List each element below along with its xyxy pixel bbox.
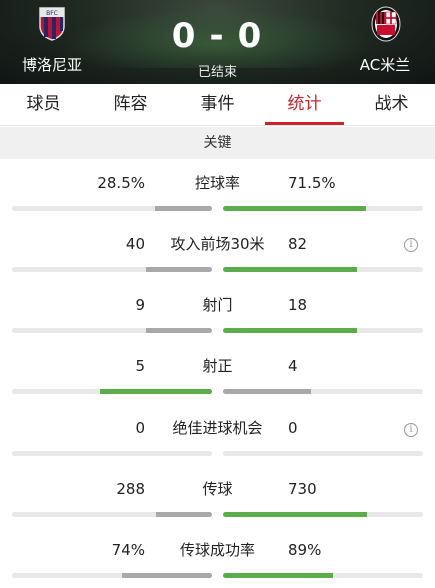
tab-players[interactable]: 球员 <box>0 84 87 125</box>
tab-lineup[interactable]: 阵容 <box>87 84 174 125</box>
home-stat-bar <box>12 328 212 333</box>
stat-label: 绝佳进球机会 <box>172 419 263 437</box>
home-stat-bar <box>12 451 212 456</box>
home-stat-bar <box>12 389 212 394</box>
away-stat-value: 89% <box>288 541 322 559</box>
away-stat-value: 71.5% <box>288 174 336 192</box>
away-team[interactable]: AC米兰 <box>335 6 435 75</box>
stat-row: 288 传球 730 <box>0 477 435 537</box>
home-stat-fill <box>100 389 212 394</box>
stat-label: 控球率 <box>194 174 240 192</box>
stat-row: 5 射正 4 <box>0 354 435 414</box>
away-stat-bar <box>223 267 423 272</box>
stat-row: 40 攻入前场30米 82 i <box>0 232 435 292</box>
away-stat-fill <box>223 389 311 394</box>
stat-row: 74% 传球成功率 89% <box>0 538 435 588</box>
tab-tactics[interactable]: 战术 <box>348 84 435 125</box>
home-stat-fill <box>155 206 212 211</box>
section-title-key: 关键 <box>0 127 435 159</box>
away-stat-value: 0 <box>288 419 298 437</box>
away-stat-fill <box>223 573 333 578</box>
stat-label: 传球 <box>202 480 233 498</box>
stat-label: 攻入前场30米 <box>170 235 265 253</box>
home-stat-bar <box>12 267 212 272</box>
score-separator: - <box>209 16 226 56</box>
match-tabs: 球员 阵容 事件 统计 战术 <box>0 84 435 126</box>
home-stat-bar <box>12 206 212 211</box>
stat-label: 射门 <box>202 296 233 314</box>
stat-row: 9 射门 18 <box>0 293 435 353</box>
away-stat-fill <box>223 512 367 517</box>
away-stat-fill <box>223 267 357 272</box>
home-stat-fill <box>146 267 212 272</box>
home-stat-bar <box>12 573 212 578</box>
stat-label: 射正 <box>202 357 233 375</box>
info-icon[interactable]: i <box>404 238 418 252</box>
away-stat-bar <box>223 389 423 394</box>
away-stat-bar <box>223 451 423 456</box>
away-stat-value: 18 <box>288 296 308 314</box>
away-score: 0 <box>237 16 264 56</box>
match-header: BFC 博洛尼亚 0-0 已结束 AC米兰 <box>0 0 435 84</box>
home-stat-fill <box>122 573 212 578</box>
stat-row: 28.5% 控球率 71.5% <box>0 171 435 231</box>
home-stat-fill <box>146 328 212 333</box>
away-stat-value: 82 <box>288 235 308 253</box>
tab-stats[interactable]: 统计 <box>261 84 348 125</box>
stat-row: 0 绝佳进球机会 0 i <box>0 416 435 476</box>
away-stat-bar <box>223 573 423 578</box>
tab-events[interactable]: 事件 <box>174 84 261 125</box>
away-stat-fill <box>223 206 366 211</box>
away-stat-value: 730 <box>288 480 317 498</box>
away-stat-bar <box>223 512 423 517</box>
away-stat-bar <box>223 206 423 211</box>
away-stat-bar <box>223 328 423 333</box>
away-team-name: AC米兰 <box>359 56 411 74</box>
home-stat-bar <box>12 512 212 517</box>
info-icon[interactable]: i <box>404 423 418 437</box>
home-stat-fill <box>156 512 212 517</box>
away-stat-fill <box>223 328 357 333</box>
stat-label: 传球成功率 <box>179 541 255 559</box>
away-stat-value: 4 <box>288 357 298 375</box>
ac-milan-crest-icon <box>371 6 401 42</box>
home-score: 0 <box>171 16 198 56</box>
